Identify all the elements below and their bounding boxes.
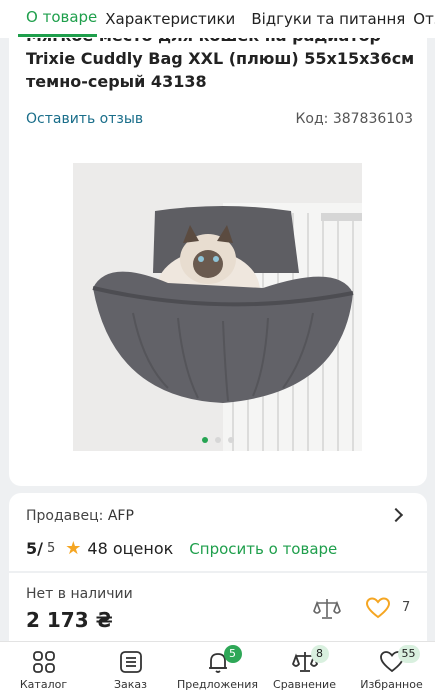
star-icon: ★ bbox=[65, 538, 82, 559]
seller-card[interactable]: Продавец: AFP 5/ 5 ★ 48 оценок Спросить … bbox=[9, 493, 427, 571]
price-card: Нет в наличии 2 173 ₴ 7 bbox=[9, 573, 427, 643]
gallery-dot[interactable] bbox=[228, 437, 234, 443]
nav-label: Избранное bbox=[360, 678, 423, 691]
review-row: Оставить отзыв Код: 387836103 bbox=[26, 111, 413, 127]
ask-about-product-link[interactable]: Спросить о товаре bbox=[189, 540, 337, 558]
seller-info: Продавец: AFP bbox=[26, 508, 134, 524]
favorites-badge: 55 bbox=[397, 645, 420, 663]
comparison-badge: 8 bbox=[310, 645, 329, 663]
nav-label: Предложения bbox=[176, 678, 259, 691]
nav-comparison[interactable]: 8 Сравнение bbox=[265, 642, 345, 699]
nav-offers[interactable]: 5 Предложения bbox=[176, 642, 259, 699]
list-icon bbox=[119, 651, 142, 673]
tab-bar: О товаре Характеристики Відгуки та питан… bbox=[0, 0, 435, 38]
cat-bed-illustration bbox=[73, 163, 362, 451]
gallery-dot[interactable] bbox=[215, 437, 221, 443]
nav-label: Каталог bbox=[19, 678, 68, 691]
nav-label: Заказ bbox=[113, 678, 148, 691]
price-amount: 2 173 bbox=[26, 608, 89, 632]
favorites-count: 7 bbox=[402, 600, 411, 615]
tab-characteristics[interactable]: Характеристики bbox=[97, 1, 243, 37]
gallery-dots bbox=[202, 437, 234, 443]
ratings-count[interactable]: 48 оценок bbox=[87, 539, 173, 558]
availability-status: Нет в наличии bbox=[26, 586, 133, 602]
offers-badge: 5 bbox=[223, 645, 242, 663]
tab-reviews[interactable]: Отзывы и bbox=[413, 1, 435, 37]
gallery-dot[interactable] bbox=[202, 437, 208, 443]
rating-max: 5 bbox=[46, 541, 56, 556]
product-image[interactable] bbox=[73, 163, 362, 451]
grid-icon bbox=[32, 651, 55, 673]
seller-label: Продавец: bbox=[26, 508, 104, 524]
scales-icon[interactable] bbox=[313, 597, 341, 621]
leave-review-link[interactable]: Оставить отзыв bbox=[26, 111, 143, 127]
tab-about[interactable]: О товаре bbox=[18, 1, 98, 37]
rating-row: 5/ 5 ★ 48 оценок Спросить о товаре bbox=[26, 538, 337, 559]
chevron-right-icon[interactable] bbox=[388, 507, 404, 523]
nav-label: Сравнение bbox=[273, 678, 336, 691]
rating-value: 5/ bbox=[26, 539, 43, 558]
heart-icon[interactable] bbox=[366, 597, 390, 619]
nav-favorites[interactable]: 55 Избранное bbox=[352, 642, 432, 699]
nav-catalog[interactable]: Каталог bbox=[4, 642, 84, 699]
product-code: Код: 387836103 bbox=[295, 111, 413, 127]
price: 2 173 ₴ bbox=[26, 608, 113, 632]
product-card: Мягкое место для кошек на радиатор Trixi… bbox=[9, 0, 427, 486]
nav-order[interactable]: Заказ bbox=[91, 642, 171, 699]
bottom-nav: Каталог Заказ 5 Предложения 8 Сравнение … bbox=[0, 641, 435, 699]
tab-reviews-questions[interactable]: Відгуки та питання bbox=[243, 1, 413, 37]
price-currency: ₴ bbox=[95, 608, 113, 632]
seller-name: AFP bbox=[107, 508, 134, 524]
